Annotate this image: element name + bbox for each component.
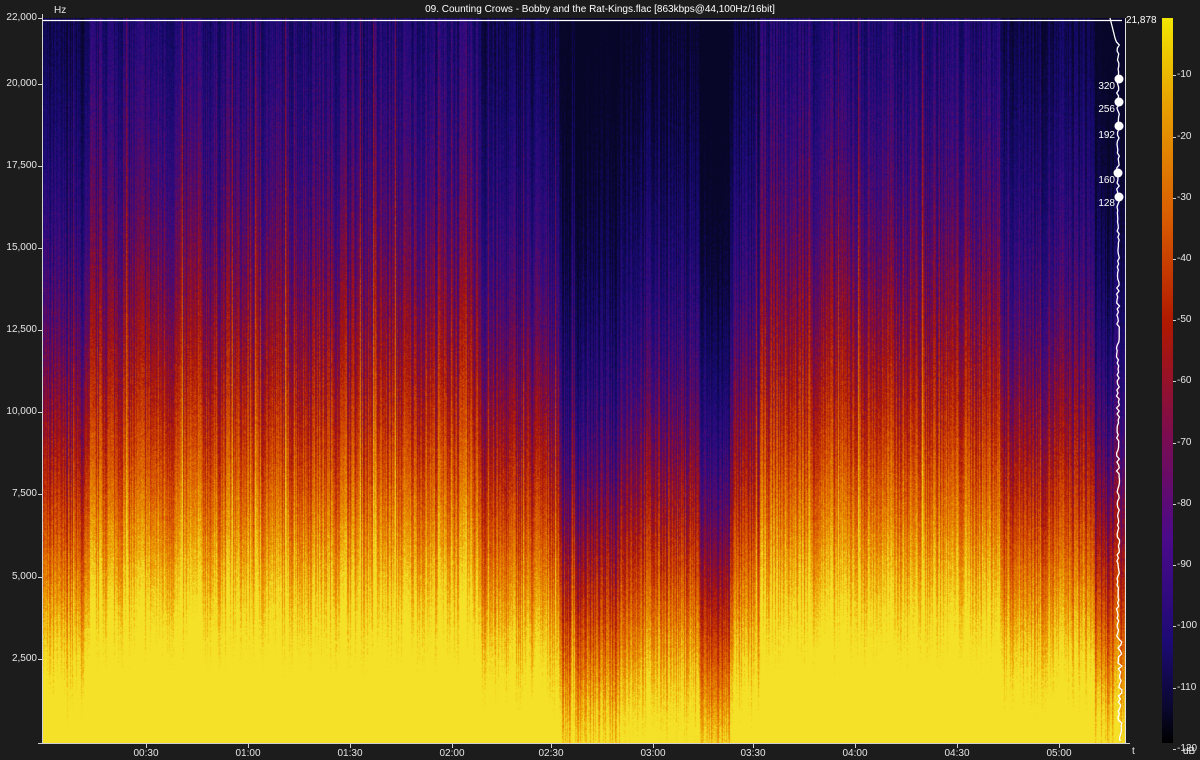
bitrate-marker-label: 128 [1098, 198, 1115, 209]
time-tick-label: 02:00 [439, 748, 465, 759]
time-tick-label: 04:30 [944, 748, 970, 759]
time-tick-label: 01:00 [235, 748, 261, 759]
frequency-tick-label: 5,000 [11, 571, 37, 582]
level-tick-label: -50 [1177, 314, 1192, 325]
bitrate-marker-label: 192 [1098, 130, 1115, 141]
frequency-tick-label: 17,500 [6, 160, 37, 171]
time-tick-label: 03:00 [640, 748, 666, 759]
time-tick-label: 04:00 [842, 748, 868, 759]
time-tick-label: 01:30 [337, 748, 363, 759]
frequency-tick-label: 20,000 [6, 78, 37, 89]
frequency-tick-label: 15,000 [6, 242, 37, 253]
frequency-tick-label: 22,000 [6, 12, 37, 23]
level-tick-label: -70 [1177, 437, 1192, 448]
frequency-tick-label: 2,500 [11, 653, 37, 664]
frequency-unit-label: Hz [54, 5, 67, 16]
spectrogram-plot[interactable] [43, 18, 1126, 743]
level-tick-label: -40 [1177, 253, 1192, 264]
bitrate-marker-label: 160 [1098, 175, 1115, 186]
level-tick-label: -30 [1177, 192, 1192, 203]
level-unit-label: dB [1183, 746, 1196, 757]
bitrate-marker-label: 256 [1098, 104, 1115, 115]
cutoff-frequency-label: 21,878 [1126, 15, 1157, 26]
time-tick-label: 00:30 [133, 748, 159, 759]
bitrate-marker-label: 320 [1098, 81, 1115, 92]
time-tick-label: 05:00 [1046, 748, 1072, 759]
time-unit-label: t [1132, 746, 1135, 757]
frequency-tick-label: 7,500 [11, 488, 37, 499]
frequency-tick-label: 12,500 [6, 324, 37, 335]
time-tick-label: 03:30 [740, 748, 766, 759]
level-tick-label: -90 [1177, 559, 1192, 570]
window-title: 09. Counting Crows - Bobby and the Rat-K… [425, 4, 775, 15]
level-tick-label: -80 [1177, 498, 1192, 509]
time-tick-label: 02:30 [538, 748, 564, 759]
level-tick-label: -60 [1177, 375, 1192, 386]
frequency-tick-label: 10,000 [6, 406, 37, 417]
color-scale-bar [1162, 18, 1173, 743]
level-tick-label: -20 [1177, 131, 1192, 142]
level-tick-label: -110 [1177, 682, 1197, 693]
level-tick-label: -100 [1177, 620, 1198, 631]
level-tick-label: -10 [1177, 69, 1192, 80]
